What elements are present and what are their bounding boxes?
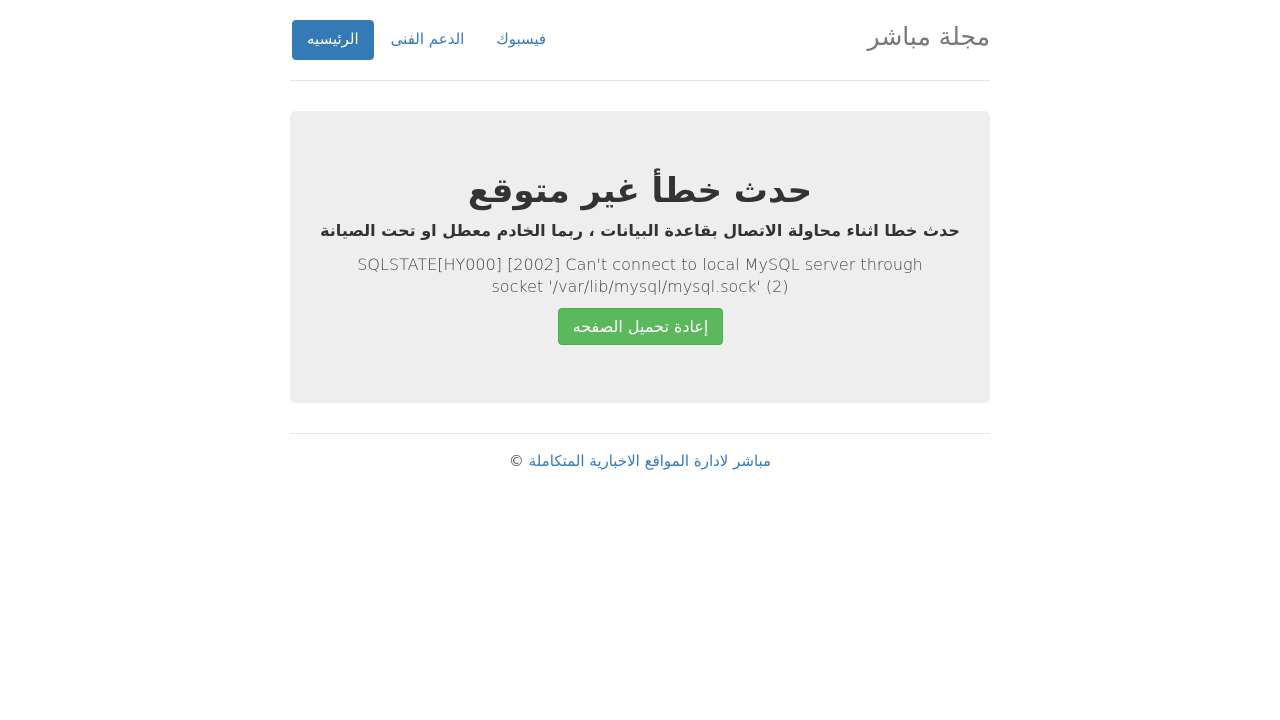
site-header: مجلة مباشر الرئيسيه الدعم الفنى فيسبوك xyxy=(290,0,990,81)
reload-page-button[interactable]: إعادة تحميل الصفحه xyxy=(558,308,723,345)
footer-link[interactable]: مباشر لادارة المواقع الاخبارية المتكاملة xyxy=(529,452,771,470)
copyright-symbol: © xyxy=(508,452,524,470)
nav-support[interactable]: الدعم الفنى xyxy=(376,20,480,60)
error-title: حدث خطأ غير متوقع xyxy=(467,171,813,211)
site-brand[interactable]: مجلة مباشر xyxy=(868,22,990,51)
main-nav: الرئيسيه الدعم الفنى فيسبوك xyxy=(290,20,561,60)
error-subtitle: حدث خطا اثناء محاولة الاتصال بقاعدة البي… xyxy=(320,221,960,240)
nav-facebook[interactable]: فيسبوك xyxy=(481,20,561,60)
error-detail: SQLSTATE[HY000] [2002] Can't connect to … xyxy=(357,255,923,296)
nav-home[interactable]: الرئيسيه xyxy=(292,20,374,60)
page-container: مجلة مباشر الرئيسيه الدعم الفنى فيسبوك ح… xyxy=(290,0,990,470)
site-footer: © مباشر لادارة المواقع الاخبارية المتكام… xyxy=(290,433,990,470)
error-panel: حدث خطأ غير متوقع حدث خطا اثناء محاولة ا… xyxy=(290,111,990,403)
